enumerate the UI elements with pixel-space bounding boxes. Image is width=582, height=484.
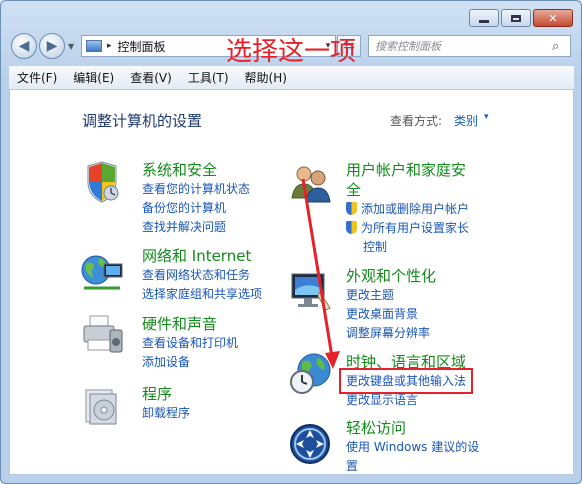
annotation-arrow-icon	[301, 178, 340, 369]
control-panel-window: ✕ ◀ ▶ ▼ ▸ 控制面板 ▾ ⇆ ⌕ 文件(F) 编辑(E) 查看(V) 工…	[0, 0, 582, 484]
